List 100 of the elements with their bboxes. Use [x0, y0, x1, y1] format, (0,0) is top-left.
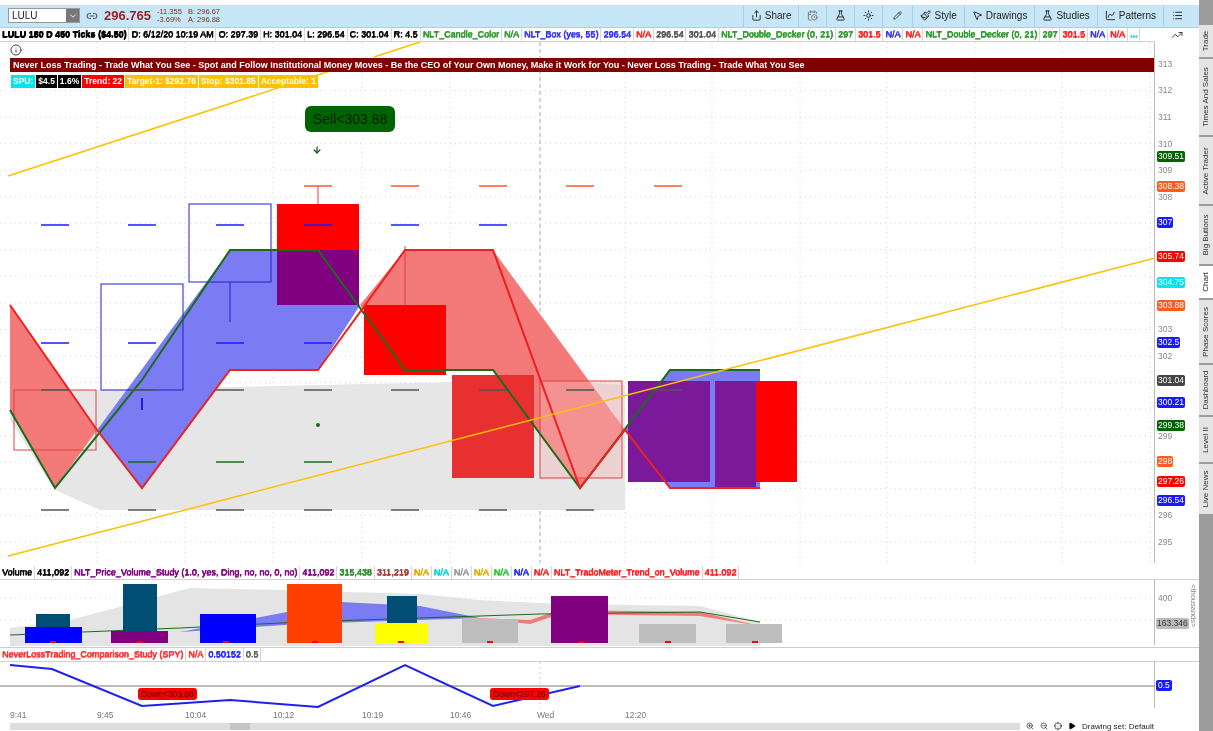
study-value: N/A	[1087, 27, 1108, 41]
pencil-icon	[893, 11, 903, 21]
price-tag: 296.54	[1157, 494, 1185, 506]
level-marker	[478, 509, 508, 511]
toolbar-button[interactable]: Patterns	[1096, 5, 1163, 27]
side-tab[interactable]: Trade	[1199, 25, 1213, 57]
study-value: 315,438	[337, 565, 375, 579]
play-icon[interactable]	[1068, 722, 1076, 731]
study-value: 296.54	[601, 27, 634, 41]
side-tab[interactable]: Phase Scores	[1199, 300, 1213, 363]
side-tab[interactable]: Big Buttons	[1199, 206, 1213, 264]
time-label: 12:20	[625, 710, 647, 721]
study-value: L: 296.54	[305, 27, 348, 41]
horizontal-scrollbar[interactable]	[10, 723, 1020, 730]
study-value: NLT_Box (yes, 55)	[522, 27, 602, 41]
side-tab[interactable]: Live News	[1199, 464, 1213, 514]
price-tick-label: 311	[1158, 112, 1172, 122]
study-value: 0.50152	[206, 648, 244, 662]
study-value: 297	[835, 27, 856, 41]
price-tag: 308.38	[1157, 180, 1185, 192]
price-tick-label: 308	[1158, 191, 1173, 202]
side-tab[interactable]: Level II	[1199, 417, 1213, 462]
price-tick-label: 296	[1158, 510, 1173, 521]
level-marker	[653, 389, 683, 391]
crosshair-icon[interactable]	[1054, 722, 1062, 731]
level-marker	[390, 185, 420, 187]
time-label: 10:19	[362, 710, 384, 721]
level-marker	[653, 185, 683, 187]
price-tick-label: 299	[1158, 430, 1173, 441]
study-value: N/A	[431, 565, 452, 579]
zoom-out-icon[interactable]	[1040, 722, 1048, 731]
study-value: N/A	[633, 27, 654, 41]
price-tag: 304.75	[1157, 276, 1185, 288]
level-marker	[303, 224, 333, 226]
signal-bubble: Sell<303.88	[305, 105, 396, 132]
toolbar-button[interactable]: Style	[912, 5, 964, 27]
status-badge: Stop: $301.85	[198, 74, 258, 88]
study-value: LULU 180 D 450 Ticks ($4.50)	[0, 27, 130, 41]
side-tab[interactable]: Active Trader	[1199, 137, 1213, 204]
level-marker	[478, 389, 508, 391]
level-marker	[565, 185, 595, 187]
price-tag: 300.21	[1157, 397, 1185, 409]
price-tag: 305.74	[1157, 250, 1185, 262]
level-marker	[565, 389, 595, 391]
level-marker	[390, 389, 420, 391]
study-value: 411,092	[35, 565, 72, 579]
side-tab[interactable]: Chart	[1199, 266, 1213, 298]
level-marker	[478, 185, 508, 187]
toolbar-button[interactable]: Drawings	[963, 5, 1035, 27]
side-tab[interactable]: Dashboard	[1199, 365, 1213, 415]
volume-bar	[726, 623, 782, 643]
candle-wick	[317, 185, 319, 205]
level-marker	[40, 509, 70, 511]
level-marker	[127, 389, 157, 391]
price-dot	[316, 422, 320, 427]
study-value: N/A	[186, 648, 207, 662]
symbol-field[interactable]: LULU	[8, 8, 80, 24]
price-tick-label: 295	[1158, 536, 1173, 547]
volume-marker	[137, 640, 143, 643]
time-label: 9:45	[97, 710, 114, 721]
volume-bar	[200, 613, 256, 643]
status-badge: Target-1: $292.76	[125, 74, 198, 88]
level-marker	[303, 461, 333, 463]
volume-tick-label: 400	[1158, 592, 1173, 603]
study-value: 301.5	[1060, 27, 1088, 41]
price-tag: 299.38	[1157, 419, 1185, 431]
price-tag: 307	[1157, 217, 1174, 229]
level-marker	[215, 342, 245, 344]
status-badge: Trend: 22	[82, 74, 125, 88]
price-tick-label: 310	[1158, 138, 1173, 149]
signal-label: Down<297.26	[490, 688, 549, 701]
study-value: 411.092	[702, 565, 740, 579]
zoom-in-icon[interactable]	[1026, 722, 1034, 731]
study-value: N/A	[903, 27, 924, 41]
volume-marker	[312, 640, 318, 643]
toolbar-button[interactable]: Studies	[1034, 5, 1097, 27]
volume-marker	[752, 640, 758, 643]
calendar-icon	[807, 10, 819, 22]
study-value: N/A	[511, 565, 532, 579]
last-price: 296.765	[104, 7, 151, 26]
price-tag: 302.5	[1157, 336, 1181, 348]
study-value: H: 301.04	[261, 27, 306, 41]
study-value: 296.54	[653, 27, 687, 41]
level-marker	[40, 224, 70, 226]
level-marker	[390, 224, 420, 226]
study-value: 0.5	[243, 648, 262, 662]
volume-marker	[398, 640, 404, 643]
level-marker	[40, 389, 70, 391]
share-button[interactable]: Share	[742, 5, 799, 27]
study-value: C: 301.04	[347, 27, 392, 41]
time-label: Wed	[537, 710, 555, 721]
arrow-down-icon	[312, 144, 322, 155]
info-icon[interactable]	[10, 43, 22, 56]
flask-icon	[1042, 10, 1054, 22]
side-tab[interactable]: Times And Sales	[1199, 59, 1213, 135]
study-value: 301.04	[686, 27, 719, 41]
study-value: N/A	[451, 565, 472, 579]
brush-icon	[920, 10, 932, 22]
trend-line[interactable]	[7, 257, 1154, 557]
level-marker	[215, 224, 245, 226]
